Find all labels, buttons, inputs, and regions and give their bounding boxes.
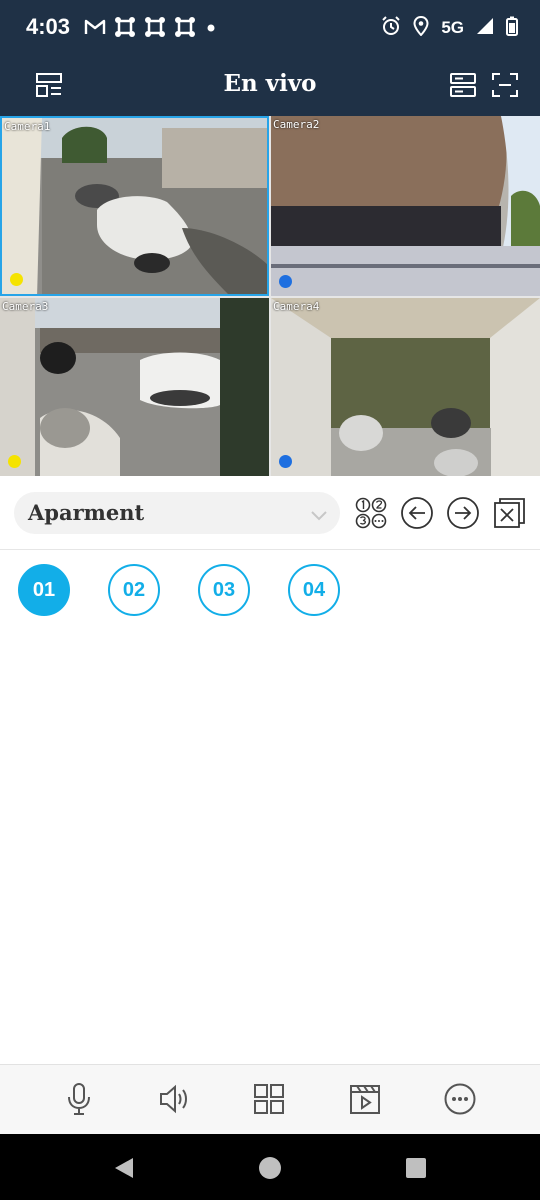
status-dot [10,273,23,286]
app-bar: En vivo [0,56,540,116]
status-dot [279,275,292,288]
status-time: 4:03 [26,14,71,39]
camera-2-feed [271,116,540,296]
camera-grid: Camera1 Camera2 Camera3 Camera4 [0,116,540,476]
alarm-icon [381,16,401,40]
group-dropdown[interactable]: Aparment [14,492,340,534]
playback-icon[interactable] [347,1081,383,1117]
network-type: 5G [441,18,464,37]
channel-button-02[interactable]: 02 [108,564,160,616]
back-icon[interactable] [112,1156,136,1180]
system-nav-bar [0,1134,540,1200]
camera-tile-3[interactable]: Camera3 [0,298,269,476]
channel-button-03[interactable]: 03 [198,564,250,616]
notification-icons [84,16,218,42]
channel-button-04[interactable]: 04 [288,564,340,616]
battery-icon [506,16,518,40]
status-bar: 4:03 5G [0,0,540,56]
app-icon [174,16,196,42]
camera-tile-4[interactable]: Camera4 [271,298,540,476]
camera-4-feed [271,298,540,476]
group-name: Aparment [28,500,145,525]
chevron-down-icon [310,506,328,525]
channel-button-01[interactable]: 01 [18,564,70,616]
camera-label: Camera2 [273,118,320,131]
next-icon[interactable] [446,496,480,530]
camera-tile-1[interactable]: Camera1 [0,116,269,296]
grid-icon[interactable] [251,1081,287,1117]
group-controls: Aparment [0,476,540,550]
recents-icon[interactable] [404,1156,428,1180]
fullscreen-icon[interactable] [490,70,520,100]
sequence-icon[interactable] [354,496,388,530]
device-list-icon[interactable] [448,70,478,100]
camera-label: Camera4 [273,300,320,313]
dot-icon [204,20,218,39]
status-dot [8,455,21,468]
speaker-icon[interactable] [156,1081,192,1117]
previous-icon[interactable] [400,496,434,530]
app-icon [114,16,136,42]
app-icon [144,16,166,42]
status-dot [279,455,292,468]
more-icon[interactable] [442,1081,478,1117]
location-icon [413,15,429,40]
camera-label: Camera1 [4,120,51,133]
channel-selector: 01 02 03 04 [0,563,540,623]
home-icon[interactable] [258,1156,282,1180]
gmail-icon [84,18,106,40]
bottom-toolbar [0,1064,540,1135]
camera-1-feed [2,118,267,294]
camera-tile-2[interactable]: Camera2 [271,116,540,296]
signal-icon [476,17,494,39]
microphone-icon[interactable] [61,1081,97,1117]
camera-label: Camera3 [2,300,49,313]
close-all-icon[interactable] [492,496,526,530]
camera-3-feed [0,298,269,476]
